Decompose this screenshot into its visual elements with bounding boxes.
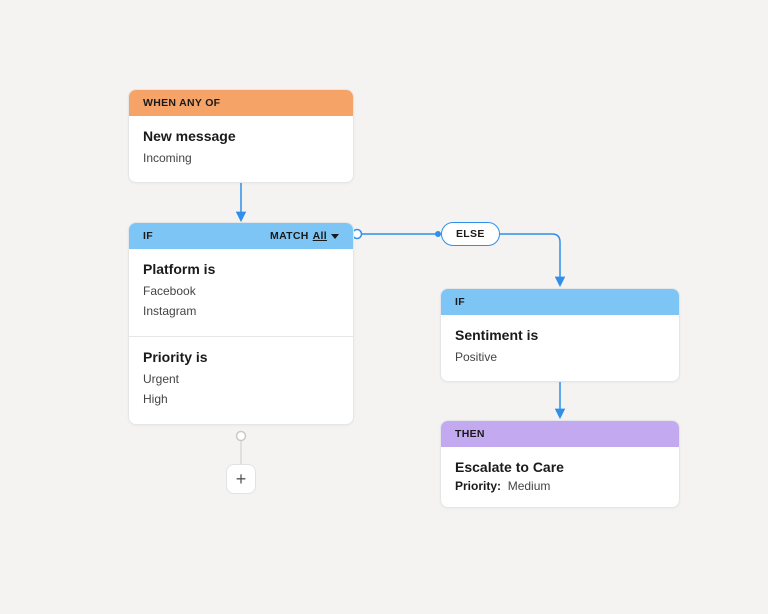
trigger-title: New message xyxy=(143,128,339,144)
else-pill: ELSE xyxy=(441,222,500,246)
then-header-label: THEN xyxy=(455,428,485,440)
if-secondary-value: Positive xyxy=(455,347,665,367)
then-node[interactable]: THEN Escalate to Care Priority: Medium xyxy=(440,420,680,508)
if-secondary-node[interactable]: IF Sentiment is Positive xyxy=(440,288,680,382)
match-selector[interactable]: MATCH All xyxy=(270,230,339,242)
plus-icon: + xyxy=(236,470,247,488)
match-value: All xyxy=(313,230,327,242)
else-label: ELSE xyxy=(456,228,485,240)
trigger-subtitle: Incoming xyxy=(143,148,339,168)
cond2-val0: Urgent xyxy=(143,369,339,389)
add-step-button[interactable]: + xyxy=(226,464,256,494)
then-kv-key: Priority: xyxy=(455,479,501,493)
if-main-header: IF MATCH All xyxy=(129,223,353,249)
then-kv-row: Priority: Medium xyxy=(455,479,665,493)
if-secondary-header-label: IF xyxy=(455,296,465,308)
cond1-val1: Instagram xyxy=(143,301,339,321)
trigger-header: WHEN ANY OF xyxy=(129,90,353,116)
then-title: Escalate to Care xyxy=(455,459,665,475)
trigger-header-label: WHEN ANY OF xyxy=(143,97,220,109)
cond2-title: Priority is xyxy=(143,349,339,365)
cond1-title: Platform is xyxy=(143,261,339,277)
if-main-node[interactable]: IF MATCH All Platform is Facebook Instag… xyxy=(128,222,354,425)
if-secondary-header: IF xyxy=(441,289,679,315)
if-secondary-title: Sentiment is xyxy=(455,327,665,343)
then-kv-val: Medium xyxy=(508,479,551,493)
chevron-down-icon xyxy=(331,234,339,239)
cond1-val0: Facebook xyxy=(143,281,339,301)
then-header: THEN xyxy=(441,421,679,447)
trigger-node[interactable]: WHEN ANY OF New message Incoming xyxy=(128,89,354,183)
if-main-header-label: IF xyxy=(143,230,153,242)
cond2-val1: High xyxy=(143,389,339,409)
match-label: MATCH xyxy=(270,230,309,242)
